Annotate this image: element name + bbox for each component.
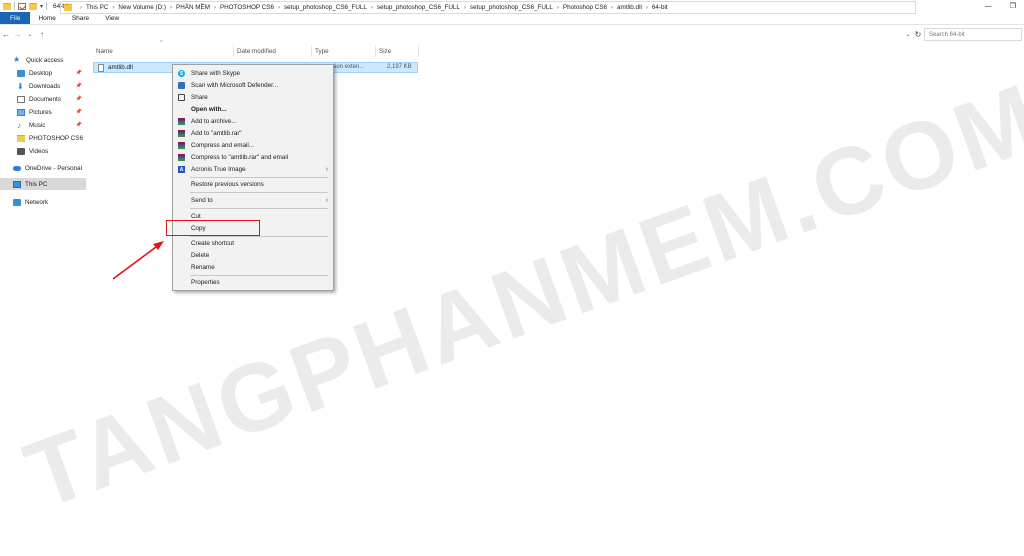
annotation-arrow-icon (112, 241, 164, 280)
arrow-shaft (112, 243, 161, 280)
